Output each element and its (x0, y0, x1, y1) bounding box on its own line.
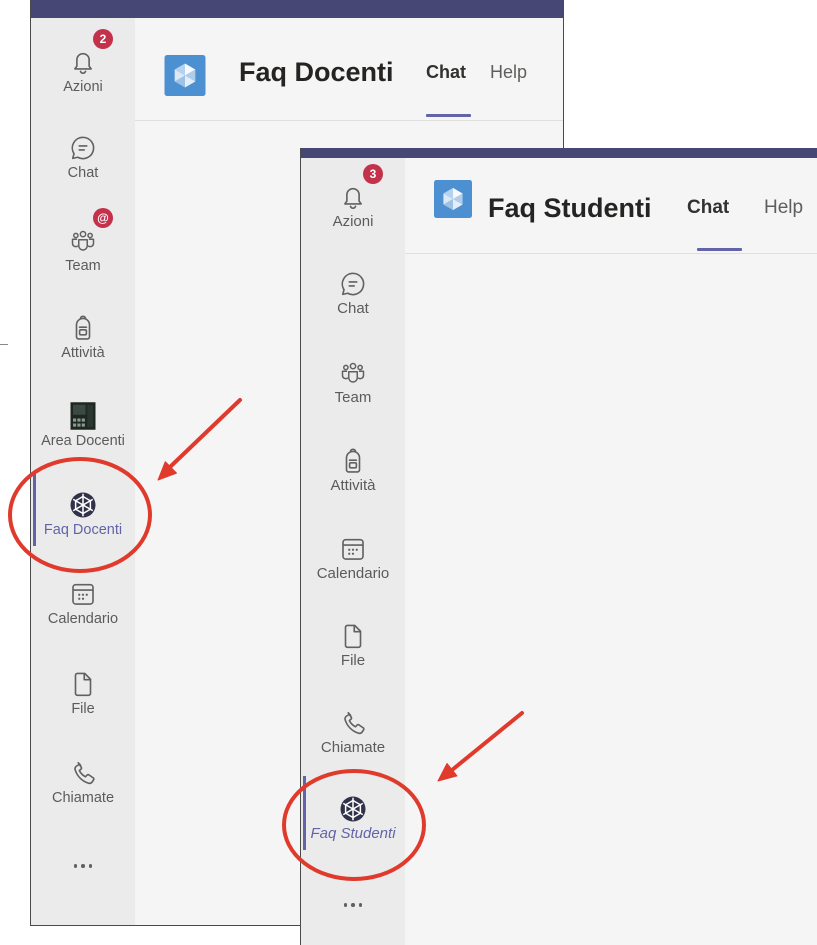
app-title: Faq Studenti (488, 193, 652, 223)
rail-item-faq-studenti[interactable]: Faq Studenti (301, 776, 405, 850)
notification-badge: 2 (93, 29, 113, 49)
active-tab-indicator (697, 248, 742, 251)
tab-chat[interactable]: Chat (426, 61, 466, 83)
rail-item-label: Calendario (316, 565, 390, 582)
phone-icon (68, 758, 98, 788)
file-icon (68, 669, 98, 699)
rail-item-calendario[interactable]: Calendario (301, 526, 405, 588)
mention-badge: @ (93, 208, 113, 228)
chat-icon (338, 269, 368, 299)
rail-item-label: Attività (61, 345, 105, 361)
chat-icon (68, 133, 98, 163)
rail-item-label: File (71, 701, 95, 717)
edge-fragment (0, 344, 8, 345)
rail-item-label: Chiamate (320, 739, 386, 756)
rail-item-calendario[interactable]: Calendario (31, 571, 135, 633)
title-bar (301, 148, 817, 158)
header-divider (405, 253, 817, 254)
rail-item-label: Chat (67, 165, 99, 181)
team-icon (338, 358, 368, 388)
rail-item-team[interactable]: Team (301, 350, 405, 412)
title-bar (31, 0, 563, 18)
rail-item-chat[interactable]: Chat (301, 261, 405, 323)
faq-app-tile-icon (434, 180, 472, 218)
tab-chat[interactable]: Chat (687, 197, 729, 219)
calendar-icon (68, 579, 98, 609)
rail-item-azioni[interactable]: 3 Azioni (301, 164, 405, 236)
rail-item-chat[interactable]: Chat (31, 125, 135, 187)
faq-app-tile-icon (164, 55, 206, 96)
app-bar: 2 Azioni Chat @ Team Attività Area Docen… (31, 0, 135, 925)
bell-icon (338, 182, 368, 212)
area-docenti-app-icon (68, 401, 98, 431)
rail-item-azioni[interactable]: 2 Azioni (31, 29, 135, 101)
file-icon (338, 621, 368, 651)
faq-app-icon (338, 794, 368, 824)
app-title: Faq Docenti (239, 57, 394, 87)
rail-item-label: Attività (330, 477, 376, 494)
rail-item-chiamate[interactable]: Chiamate (31, 750, 135, 812)
rail-item-label: File (340, 652, 366, 669)
rail-item-label: Chiamate (51, 790, 115, 806)
rail-item-label: Team (334, 389, 372, 406)
header-divider (135, 120, 563, 121)
rail-item-area-docenti[interactable]: Area Docenti (31, 393, 135, 455)
rail-item-file[interactable]: File (31, 661, 135, 723)
rail-item-label: Azioni (332, 213, 374, 230)
more-options-icon[interactable] (301, 895, 405, 915)
rail-item-label: Area Docenti (41, 433, 125, 449)
rail-item-faq-docenti[interactable]: Faq Docenti (31, 472, 135, 546)
phone-icon (338, 708, 368, 738)
app-bar: 3 Azioni Chat Team Attività Calendario F… (301, 148, 405, 945)
rail-item-label: Azioni (63, 79, 103, 95)
backpack-icon (338, 446, 368, 476)
rail-item-label: Calendario (47, 611, 119, 627)
notification-badge: 3 (363, 164, 383, 184)
tab-help[interactable]: Help (764, 197, 803, 219)
rail-item-file[interactable]: File (301, 613, 405, 675)
rail-item-attivita[interactable]: Attività (301, 438, 405, 500)
backpack-icon (68, 313, 98, 343)
more-options-icon[interactable] (31, 856, 135, 876)
active-tab-indicator (426, 114, 471, 117)
rail-item-label: Chat (337, 300, 369, 317)
rail-item-attivita[interactable]: Attività (31, 305, 135, 367)
rail-item-label: Faq Docenti (43, 522, 123, 538)
faq-app-icon (68, 490, 98, 520)
team-icon (68, 226, 98, 256)
rail-item-label: Faq Studenti (310, 825, 396, 842)
rail-item-chiamate[interactable]: Chiamate (301, 700, 405, 762)
teams-window-faq-studenti: 3 Azioni Chat Team Attività Calendario F… (300, 148, 817, 945)
rail-item-team[interactable]: @ Team (31, 208, 135, 280)
calendar-icon (338, 534, 368, 564)
rail-item-label: Team (65, 258, 101, 274)
tab-help[interactable]: Help (490, 61, 527, 83)
bell-icon (68, 47, 98, 77)
